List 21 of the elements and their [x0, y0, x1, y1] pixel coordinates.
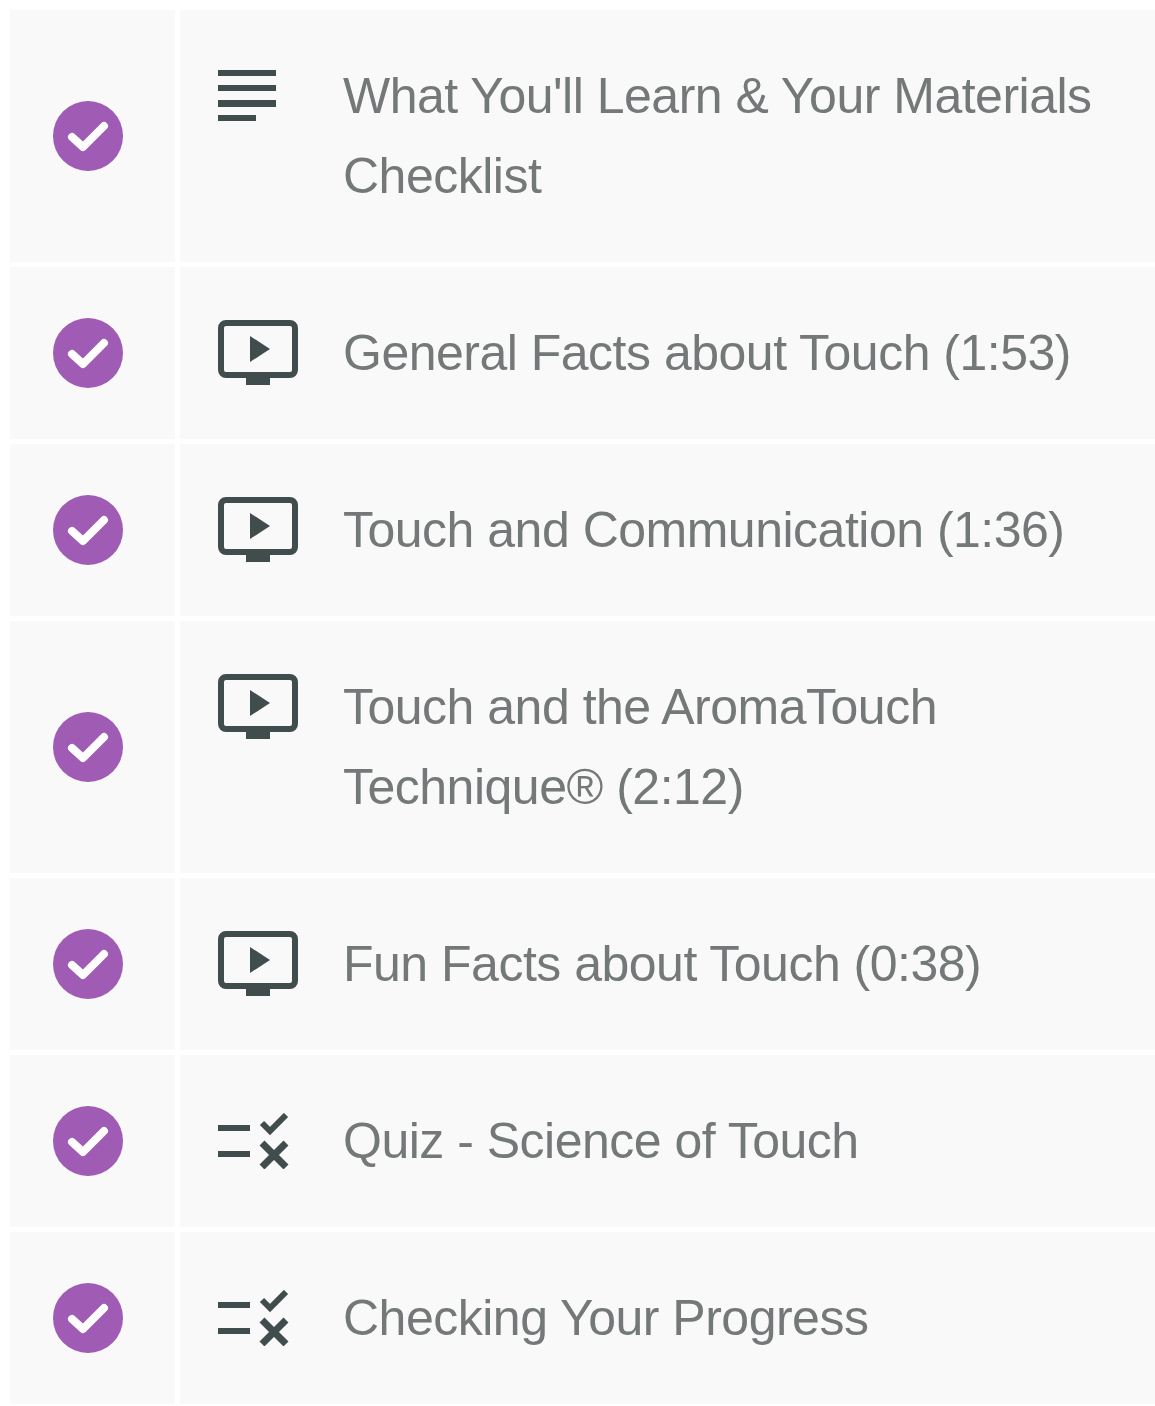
lesson-title-cell[interactable]: Touch and the AromaTouch Technique® (2:12) — [180, 621, 1155, 873]
video-screen-icon — [218, 497, 298, 563]
lesson-title-cell[interactable]: What You'll Learn & Your Materials Checklist — [180, 10, 1155, 262]
checklist-icon — [218, 1113, 290, 1169]
lesson-title-cell[interactable]: Checking Your Progress — [180, 1232, 1155, 1404]
lesson-title: Fun Facts about Touch (0:38) — [343, 935, 983, 994]
video-screen-icon — [218, 320, 298, 386]
video-screen-icon — [218, 931, 298, 997]
video-screen-icon — [218, 674, 298, 740]
text-lines-icon — [218, 70, 278, 122]
lesson-title-cell[interactable]: General Facts about Touch (1:53) — [180, 267, 1155, 439]
lesson-title: Checking Your Progress — [343, 1289, 870, 1348]
lesson-title: What You'll Learn & Your Materials Checklist — [343, 67, 1093, 206]
lesson-title: Quiz - Science of Touch — [343, 1112, 860, 1171]
lesson-title-cell[interactable]: Quiz - Science of Touch — [180, 1055, 1155, 1227]
lesson-title: Touch and the AromaTouch Technique® (2:12) — [343, 678, 938, 817]
lesson-title: Touch and Communication (1:36) — [343, 501, 1066, 560]
checklist-icon — [218, 1290, 290, 1346]
lesson-title: General Facts about Touch (1:53) — [343, 324, 1072, 383]
lesson-title-cell[interactable]: Fun Facts about Touch (0:38) — [180, 878, 1155, 1050]
lesson-title-cell[interactable]: Touch and Communication (1:36) — [180, 444, 1155, 616]
